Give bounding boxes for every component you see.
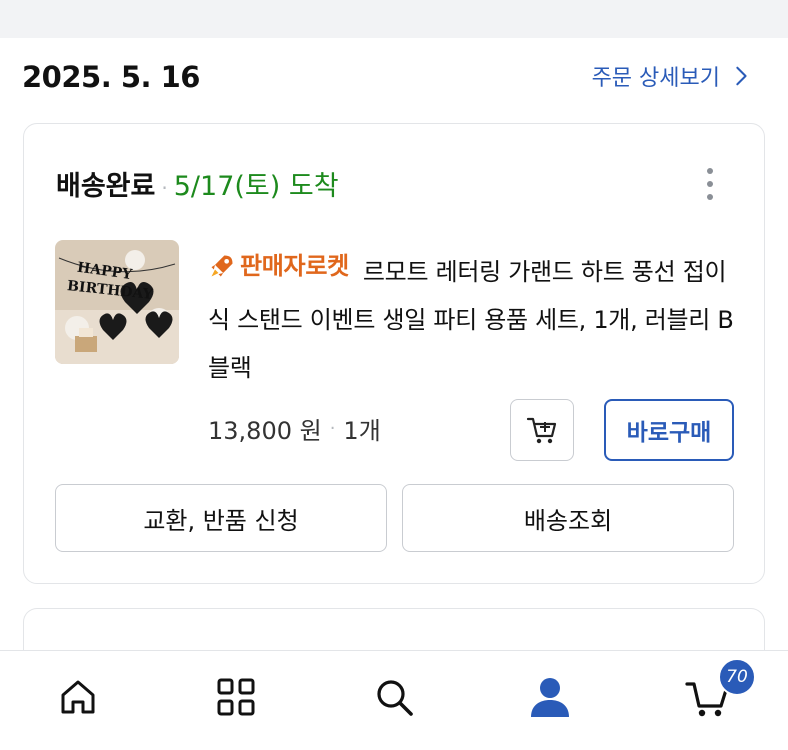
cart-count-badge: 70 [718,658,756,696]
separator-dot: · [329,418,336,439]
search-icon [377,680,413,716]
product-quantity: 1개 [343,417,381,445]
rocket-badge-label: 판매자로켓 [240,252,349,280]
my-page-icon [531,678,569,717]
top-spacer [0,0,788,38]
order-card: 배송완료 · 5/17(토) 도착 HAPPY BIRTHDAY 판매자로켓 르… [23,123,765,584]
bottom-nav [0,650,788,750]
buy-now-button[interactable]: 바로구매 [604,399,734,461]
nav-home[interactable] [54,673,102,721]
delivery-status: 배송완료 [56,171,156,202]
delivery-eta: 5/17(토) 도착 [173,171,339,202]
product-title-block[interactable]: 판매자로켓 르모트 레터링 가랜드 하트 풍선 접이식 스탠드 이벤트 생일 파… [208,242,748,392]
order-detail-label: 주문 상세보기 [591,66,720,91]
home-icon [61,680,95,714]
separator-dot: · [161,176,168,200]
chevron-right-icon [736,66,747,86]
track-delivery-button[interactable]: 배송조회 [402,484,734,552]
exchange-return-button[interactable]: 교환, 반품 신청 [55,484,387,552]
seller-rocket-badge: 판매자로켓 [208,242,349,290]
add-cart-icon [526,417,557,444]
nav-category[interactable] [212,673,260,721]
delivery-status-row: 배송완료 · 5/17(토) 도착 [56,164,339,203]
price-row: 13,800 원 · 1개 [208,411,381,446]
product-thumbnail[interactable]: HAPPY BIRTHDAY [55,240,179,364]
nav-search[interactable] [370,673,418,721]
order-detail-link[interactable]: 주문 상세보기 [592,60,752,92]
nav-my-page[interactable] [526,673,574,721]
rocket-icon [211,255,233,277]
order-date: 2025. 5. 16 [22,60,200,94]
add-to-cart-button[interactable] [510,399,574,461]
product-price: 13,800 원 [208,417,322,445]
category-icon [217,678,255,716]
more-options-icon[interactable] [700,164,720,204]
